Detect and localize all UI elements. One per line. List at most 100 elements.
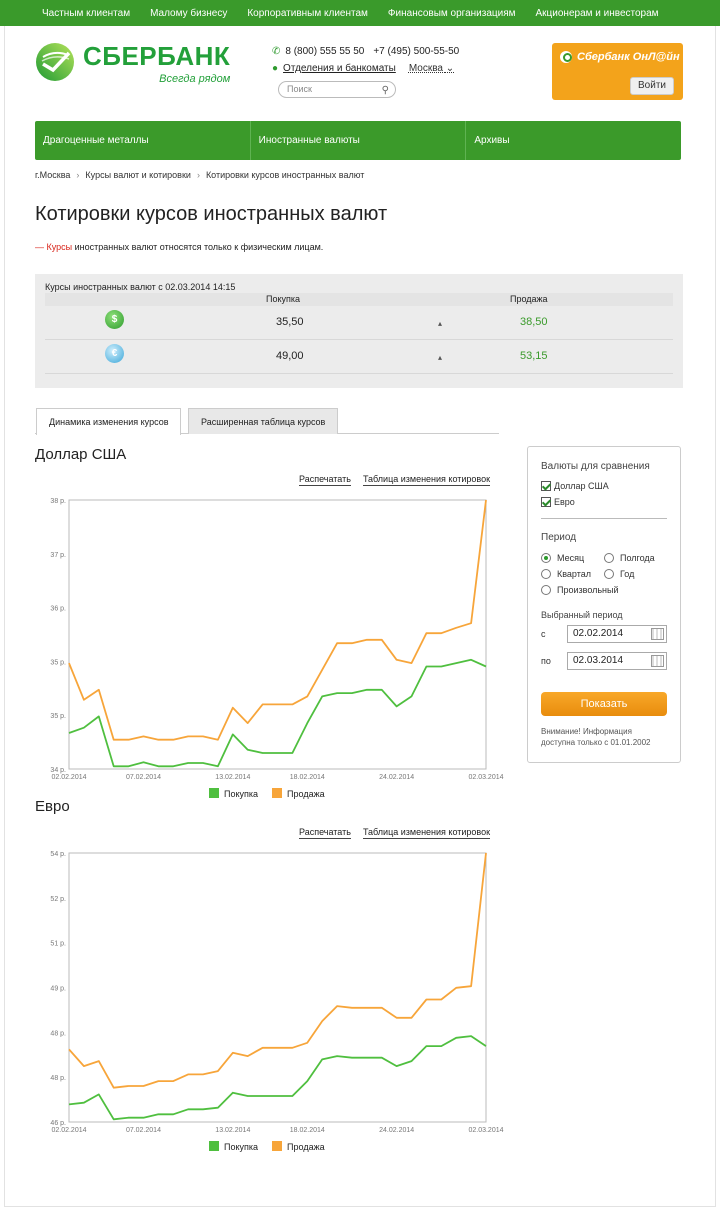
phone-secondary: +7 (495) 500-55-50: [373, 46, 460, 57]
date-to-value: 02.03.2014: [573, 655, 624, 666]
show-button[interactable]: Показать: [541, 692, 667, 716]
buy-header: Покупка: [266, 294, 301, 304]
checkbox-checked-icon: [541, 481, 551, 491]
eur-buy: 49,00: [276, 350, 304, 362]
eur-actions: Распечатать Таблица изменения котировок: [299, 827, 491, 839]
x-tick-label: 24.02.2014: [379, 774, 414, 780]
usd-table-link[interactable]: Таблица изменения котировок: [362, 474, 491, 486]
y-tick-label: 38 р.: [50, 498, 66, 505]
sell-header: Продажа: [510, 294, 548, 304]
period-month-radio[interactable]: Месяц: [541, 553, 584, 563]
divider: [541, 518, 667, 519]
contacts: ✆ 8 (800) 555 55 50 +7 (495) 500-55-50 ●…: [272, 43, 459, 77]
usd-checkbox[interactable]: Доллар США: [541, 481, 609, 491]
branches-link[interactable]: Отделения и банкоматы: [283, 63, 396, 74]
checkbox-checked-icon: [541, 497, 551, 507]
nav-foreign-currency[interactable]: Иностранные валюты: [251, 121, 467, 160]
sberbank-logo-icon: [36, 43, 74, 81]
login-button[interactable]: Войти: [630, 77, 674, 95]
from-label: с: [541, 629, 546, 639]
legend-buy-label: Покупка: [224, 1142, 259, 1152]
table-row: $ 35,50 ▴ 38,50: [45, 306, 673, 340]
y-tick-label: 48 р.: [50, 1030, 66, 1037]
topnav-private[interactable]: Частным клиентам: [42, 8, 130, 19]
tab-dynamics[interactable]: Динамика изменения курсов: [36, 408, 182, 435]
euro-coin-icon: €: [105, 344, 124, 363]
sberbank-logo[interactable]: СБЕРБАНК Всегда рядом: [35, 42, 230, 85]
topnav-investors[interactable]: Акционерам и инвесторам: [536, 8, 659, 19]
period-halfyear-label: Полгода: [620, 553, 655, 563]
eur-checkbox[interactable]: Евро: [541, 497, 575, 507]
logo-name: СБЕРБАНК: [83, 41, 231, 71]
eur-table-link[interactable]: Таблица изменения котировок: [362, 827, 491, 839]
topnav-financial[interactable]: Финансовым организациям: [388, 8, 516, 19]
date-from-value: 02.02.2014: [573, 628, 624, 639]
city-label: Москва: [408, 63, 443, 74]
y-tick-label: 48 р.: [50, 1075, 66, 1082]
rates-table: Курсы иностранных валют с 02.03.2014 14:…: [35, 274, 683, 388]
period-warning: Внимание! Информация доступна только с 0…: [541, 727, 651, 747]
period-custom-radio[interactable]: Произвольный: [541, 585, 619, 595]
y-tick-label: 51 р.: [50, 941, 66, 948]
x-tick-label: 02.02.2014: [51, 774, 86, 780]
period-year-radio[interactable]: Год: [604, 569, 634, 579]
calendar-icon[interactable]: [651, 655, 664, 667]
city-selector[interactable]: Москва ⌄: [409, 63, 454, 74]
page-title: Котировки курсов иностранных валют: [35, 203, 388, 225]
breadcrumb-rates[interactable]: Курсы валют и котировки: [85, 170, 191, 180]
note-rates-link[interactable]: Курсы: [47, 242, 73, 252]
period-quarter-label: Квартал: [557, 569, 592, 579]
date-from-field[interactable]: 02.02.2014: [567, 625, 667, 643]
selected-period-title: Выбранный период: [541, 610, 623, 620]
eur-print-link[interactable]: Распечатать: [299, 827, 351, 839]
x-tick-label: 13.02.2014: [215, 1127, 250, 1133]
calendar-icon[interactable]: [651, 628, 664, 640]
filter-panel: Валюты для сравнения Доллар США Евро Пер…: [527, 446, 681, 763]
topnav-corporate[interactable]: Корпоративным клиентам: [247, 8, 368, 19]
chart-plot-area: [68, 499, 487, 770]
breadcrumb-separator-icon: ›: [76, 170, 80, 180]
period-year-label: Год: [620, 569, 635, 579]
usd-sell: 38,50: [520, 316, 548, 328]
y-tick-label: 52 р.: [50, 896, 66, 903]
legend-sell: Продажа: [272, 788, 325, 799]
breadcrumb: г.Москва › Курсы валют и котировки › Котиров…: [35, 170, 364, 180]
legend-sell: Продажа: [272, 1141, 325, 1152]
x-tick-label: 02.02.2014: [51, 1127, 86, 1133]
period-title: Период: [541, 532, 577, 543]
search-icon[interactable]: ⚲: [382, 83, 389, 98]
date-to-field[interactable]: 02.03.2014: [567, 652, 667, 670]
nav-precious-metals[interactable]: Драгоценные металлы: [35, 121, 251, 160]
legend-buy-label: Покупка: [224, 789, 259, 799]
radio-icon: [541, 569, 551, 579]
topnav-small-business[interactable]: Малому бизнесу: [150, 8, 227, 19]
legend-buy: Покупка: [209, 788, 258, 799]
breadcrumb-city[interactable]: г.Москва: [35, 170, 70, 180]
period-custom-label: Произвольный: [557, 585, 619, 595]
usd-legend: Покупка Продажа: [209, 788, 325, 799]
nav-archives[interactable]: Архивы: [466, 121, 681, 160]
usd-chart: 34 р. 35 р. 35 р. 36 р. 37 р. 38 р. 02.02.2014…: [50, 498, 503, 780]
tab-extended-table[interactable]: Расширенная таблица курсов: [188, 408, 339, 434]
period-halfyear-radio[interactable]: Полгода: [604, 553, 655, 563]
rates-header-row: Покупка Продажа: [45, 293, 673, 306]
legend-buy-swatch: [209, 788, 219, 798]
usd-section-title: Доллар США: [35, 446, 127, 463]
chart-plot-area: [68, 852, 487, 1123]
search-input[interactable]: Поиск ⚲: [278, 81, 396, 98]
note-text: иностранных валют относятся только к физ…: [72, 242, 324, 252]
phone-icon: ✆: [272, 46, 281, 57]
y-tick-label: 36 р.: [50, 606, 66, 613]
legend-buy-swatch: [209, 1141, 219, 1151]
usd-print-link[interactable]: Распечатать: [299, 474, 351, 486]
trend-marker-icon: ▴: [438, 353, 443, 362]
period-quarter-radio[interactable]: Квартал: [541, 569, 591, 579]
chart-tabs: Динамика изменения курсов Расширенная та…: [35, 408, 499, 435]
main-navigation: Драгоценные металлы Иностранные валюты А…: [35, 121, 681, 160]
online-title-text: Сбербанк ОнЛ@йн: [577, 51, 680, 63]
y-tick-label: 37 р.: [50, 552, 66, 559]
top-navigation: Частным клиентам Малому бизнесу Корпорат…: [0, 0, 720, 26]
legend-sell-swatch: [272, 1141, 283, 1151]
x-tick-label: 18.02.2014: [290, 774, 325, 780]
eur-section-title: Евро: [35, 798, 70, 815]
